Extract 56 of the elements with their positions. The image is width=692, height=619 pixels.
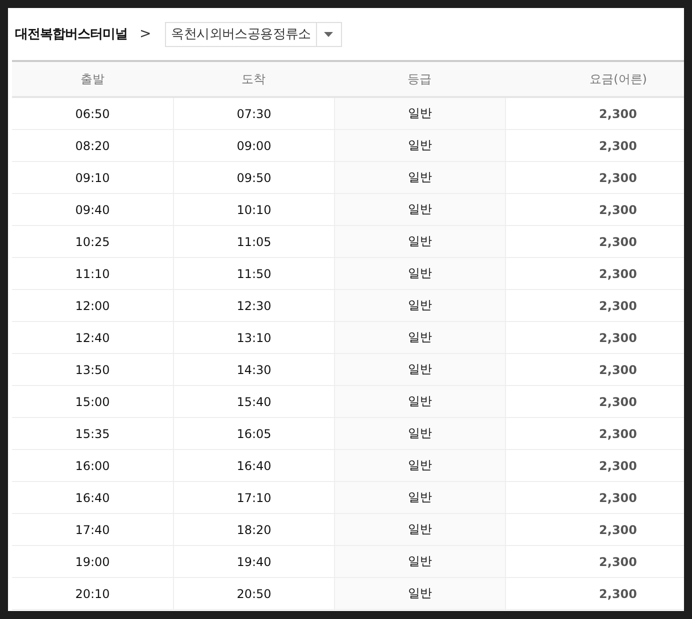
table-cell-text: 15:00	[74, 394, 111, 410]
table-cell: 일반	[334, 418, 505, 449]
column-header: 출발	[80, 70, 106, 88]
table-cell-text: 17:40	[74, 522, 111, 538]
table-cell: 2,300	[505, 322, 684, 353]
table-cell: 일반	[334, 482, 505, 513]
table-cell: 일반	[334, 194, 505, 225]
table-cell-text: 09:40	[74, 202, 111, 218]
table-cell: 2,300	[505, 482, 684, 513]
origin-terminal: 대전복합버스터미널	[15, 26, 128, 43]
table-cell-text: 06:50	[74, 106, 111, 122]
column-header: 요금(어른)	[588, 70, 648, 88]
table-cell-text: 15:35	[74, 426, 111, 442]
table-cell-text: 19:00	[74, 554, 111, 570]
table-cell: 2,300	[505, 450, 684, 481]
table-cell: 2,300	[505, 418, 684, 449]
table-cell: 일반	[334, 546, 505, 577]
table-cell: 일반	[334, 98, 505, 129]
column-header: 도착	[240, 70, 266, 88]
table-cell-text: 12:40	[74, 330, 111, 346]
table-cell: 2,300	[505, 546, 684, 577]
table-cell-text: 08:20	[74, 138, 111, 154]
caret-icon	[324, 32, 334, 36]
table-cell-text: 10:25	[74, 234, 111, 250]
table-cell: 2,300	[505, 386, 684, 417]
table-cell-text: 09:10	[74, 170, 111, 186]
table-cell: 2,300	[505, 162, 684, 193]
destination-dropdown[interactable]: 옥천시외버스공용정류소	[165, 22, 342, 46]
table-cell-text: 13:50	[74, 362, 111, 378]
table-cell: 2,300	[505, 258, 684, 289]
table-cell: 일반	[334, 226, 505, 257]
table-cell: 일반	[334, 578, 505, 609]
table-cell-text: 16:00	[74, 458, 111, 474]
table-cell: 2,300	[505, 514, 684, 545]
table-cell: 일반	[334, 386, 505, 417]
chevron-icon: >	[140, 26, 152, 42]
table-cell: 일반	[334, 258, 505, 289]
table-cell-text: 20:10	[74, 586, 111, 602]
table-cell: 2,300	[505, 354, 684, 385]
table-cell-text: 16:40	[74, 490, 111, 506]
table-cell-text: 12:00	[74, 298, 111, 314]
table-cell: 2,300	[505, 578, 684, 609]
table-cell: 일반	[334, 322, 505, 353]
table-cell: 일반	[334, 162, 505, 193]
table-cell: 2,300	[505, 98, 684, 129]
table-cell: 일반	[334, 290, 505, 321]
table-cell: 2,300	[505, 194, 684, 225]
table-cell: 일반	[334, 514, 505, 545]
column-header: 등급	[406, 70, 432, 88]
table-cell: 일반	[334, 354, 505, 385]
table-cell: 2,300	[505, 290, 684, 321]
table-cell: 일반	[334, 130, 505, 161]
table-cell: 2,300	[505, 130, 684, 161]
table-cell-text: 11:10	[74, 266, 111, 282]
table-cell: 일반	[334, 450, 505, 481]
table-cell: 2,300	[505, 226, 684, 257]
